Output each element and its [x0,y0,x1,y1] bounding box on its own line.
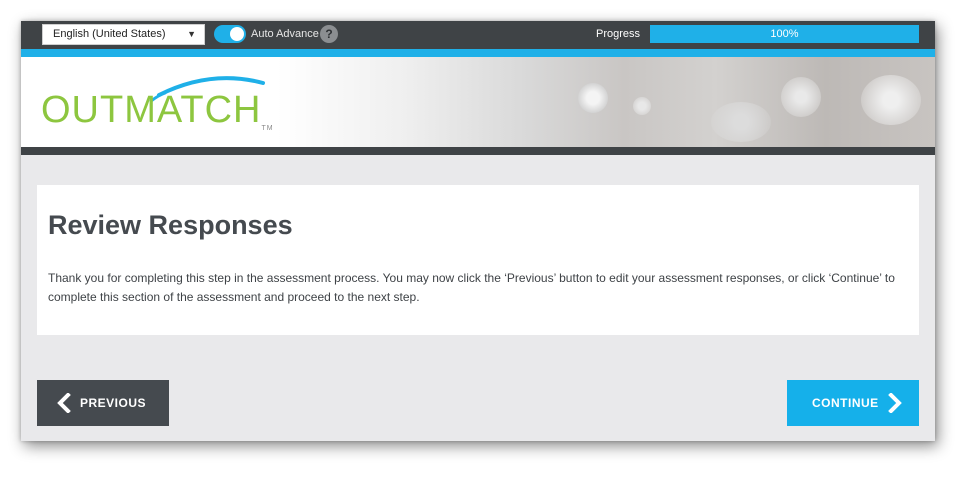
banner-decoration [633,97,651,115]
question-icon[interactable]: ? [320,25,338,43]
assessment-window: English (United States) ▼ Auto Advance ?… [21,21,935,441]
continue-button[interactable]: CONTINUE [787,380,919,426]
banner-bottom-strip [21,147,935,155]
accent-strip [21,49,935,57]
previous-button[interactable]: PREVIOUS [37,380,169,426]
caret-down-icon: ▼ [187,29,196,39]
chevron-left-icon [57,393,71,413]
progress-label: Progress [596,28,641,40]
continue-button-label: CONTINUE [812,396,879,410]
chevron-right-icon [887,393,902,413]
language-select-value: English (United States) [53,28,166,40]
content-card: Review Responses Thank you for completin… [37,185,919,335]
progress-text: 100% [770,28,799,40]
auto-advance-label: Auto Advance [251,28,319,40]
progress-bar: 100% [650,25,919,43]
language-select[interactable]: English (United States) ▼ [42,24,205,45]
banner-decoration [861,75,921,125]
top-bar: English (United States) ▼ Auto Advance ?… [21,21,935,49]
auto-advance-toggle[interactable] [214,25,246,43]
instructions-text: Thank you for completing this step in th… [48,271,895,304]
toggle-knob [230,27,244,41]
logo-trademark: TM [261,125,274,132]
banner-decoration [578,83,608,113]
header-banner: OUTMATCHTM [21,57,935,147]
banner-decoration [711,102,771,142]
logo-text: OUTMATCH [41,89,262,131]
page-title: Review Responses [48,210,293,240]
previous-button-label: PREVIOUS [80,396,147,410]
logo-wordmark: OUTMATCHTM [41,89,274,132]
outmatch-logo: OUTMATCHTM [41,71,274,132]
banner-decoration [781,77,821,117]
